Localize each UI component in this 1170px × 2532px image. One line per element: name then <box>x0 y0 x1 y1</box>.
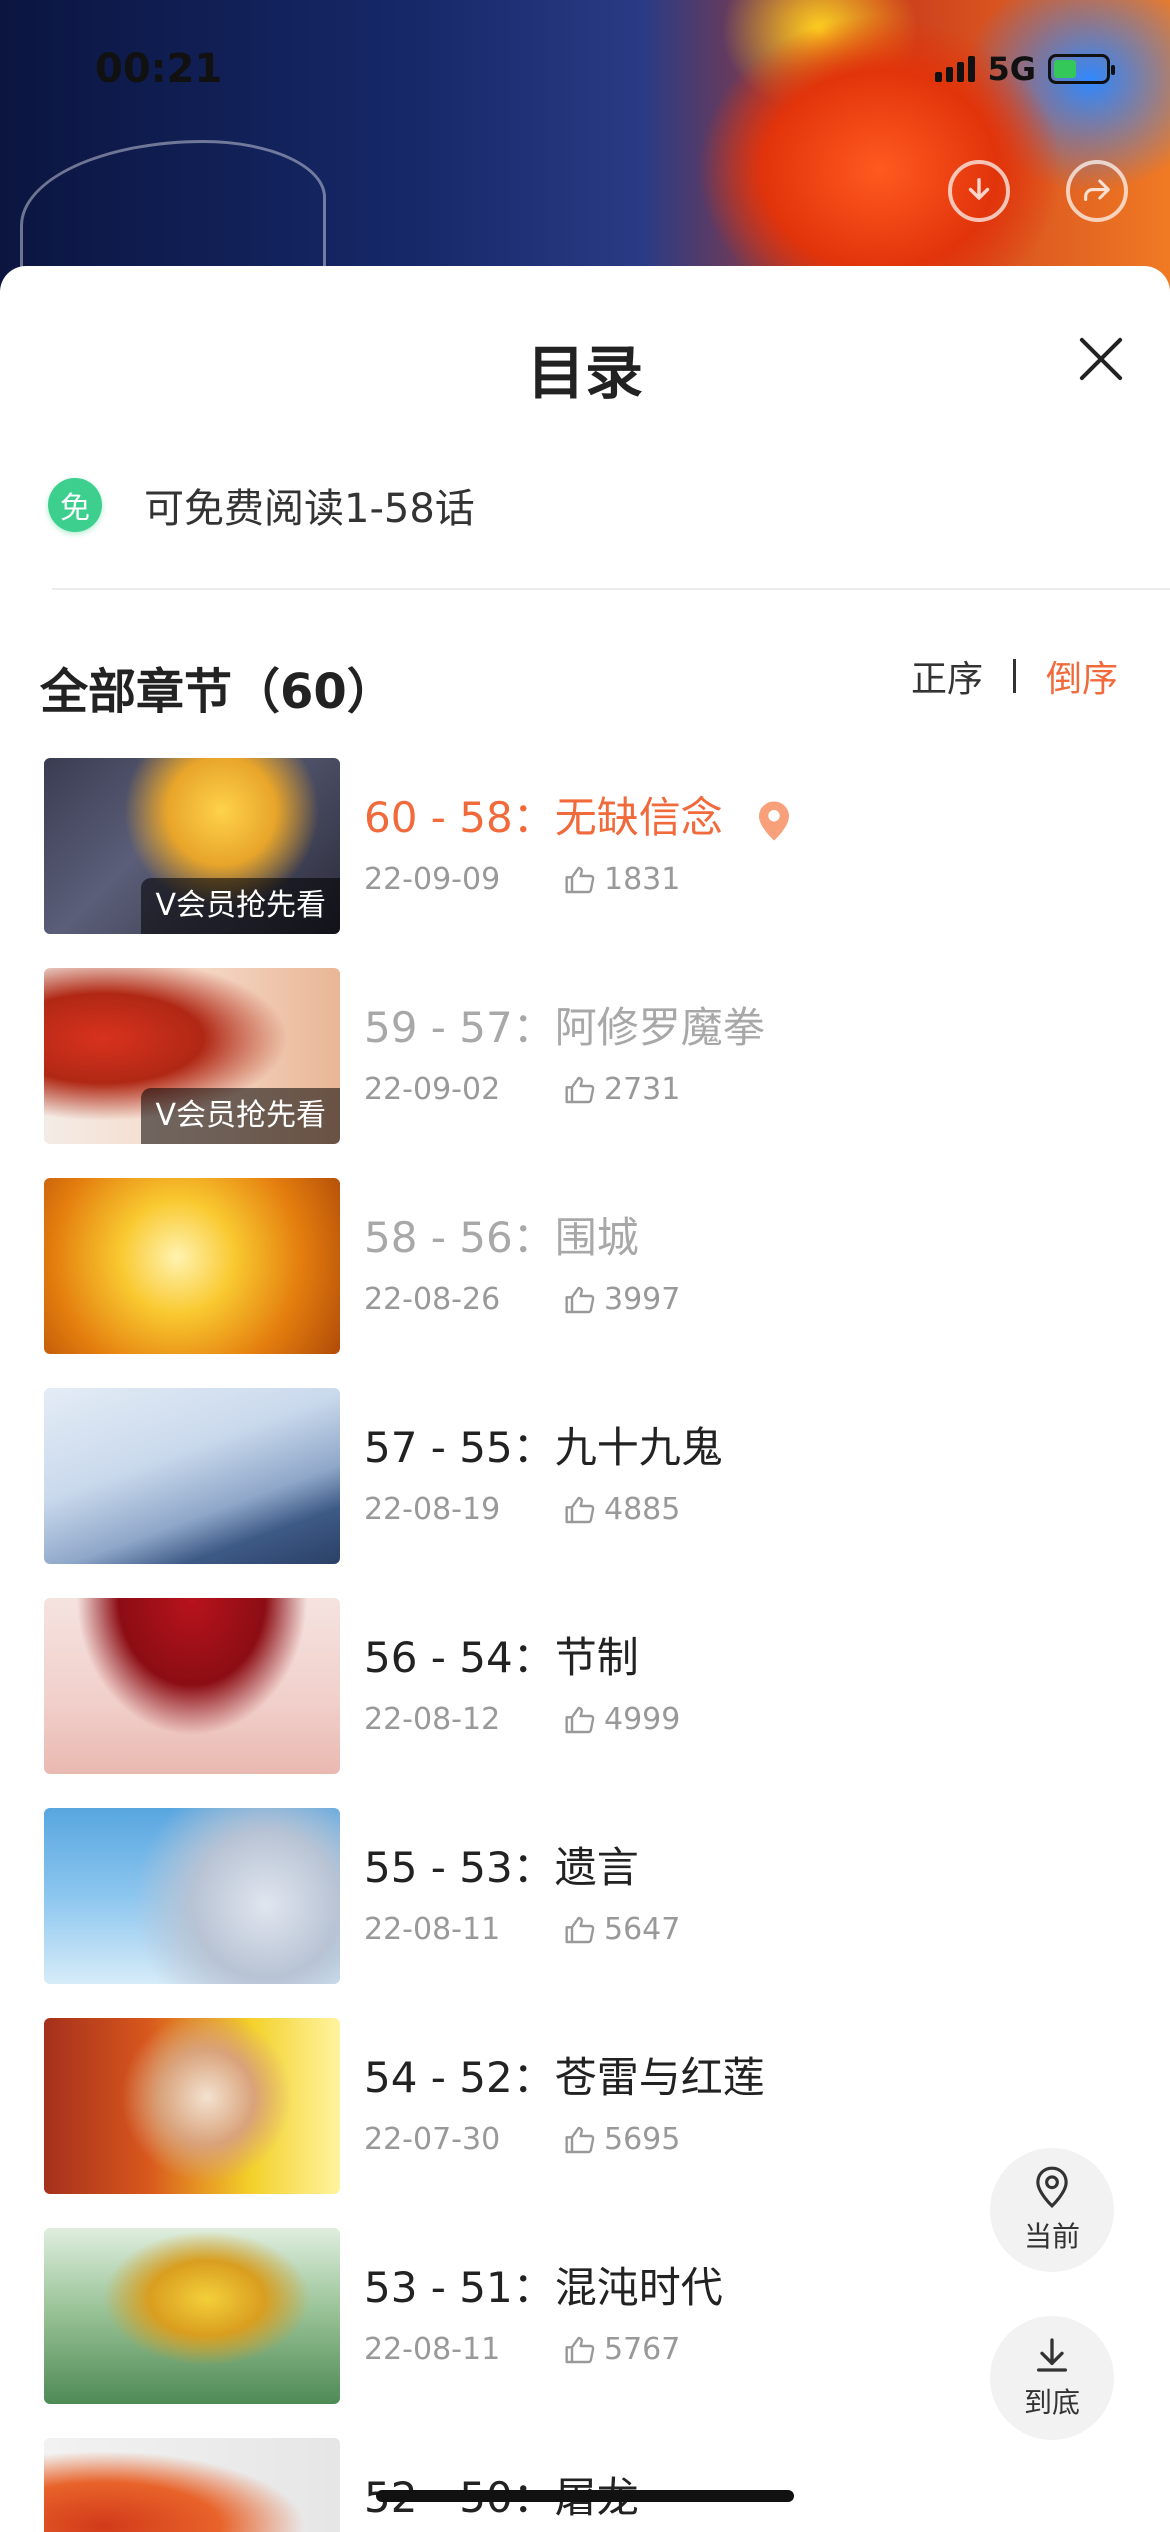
chapter-likes: 1831 <box>604 862 681 897</box>
chapter-likes: 3997 <box>604 1282 681 1317</box>
chapter-meta: 22-09-02 2731 <box>364 1072 680 1107</box>
thumb-up-icon <box>565 2336 595 2363</box>
close-icon[interactable] <box>1076 334 1126 384</box>
chapter-thumbnail <box>44 1388 340 1564</box>
chapter-row[interactable]: 56 - 54：节制 22-08-12 4999 <box>44 1598 1124 1774</box>
thumb-up-icon <box>565 1076 595 1103</box>
vip-early-access-tag: V会员抢先看 <box>141 1088 340 1144</box>
chapter-row[interactable]: V会员抢先看 59 - 57：阿修罗魔拳 22-09-02 2731 <box>44 968 1124 1144</box>
location-pin-icon <box>759 801 790 840</box>
chapter-meta: 22-09-09 1831 <box>364 862 680 897</box>
chapter-row[interactable]: 57 - 55：九十九鬼 22-08-19 4885 <box>44 1388 1124 1564</box>
chapter-row[interactable]: 53 - 51：混沌时代 22-08-11 5767 <box>44 2228 1124 2404</box>
chapter-title: 55 - 53：遗言 <box>364 1843 639 1892</box>
free-read-notice: 免 可免费阅读1-58话 <box>48 476 475 534</box>
chapter-row[interactable]: 55 - 53：遗言 22-08-11 5647 <box>44 1808 1124 1984</box>
chapter-likes: 5767 <box>604 2332 681 2367</box>
chapter-date: 22-08-26 <box>364 1282 501 1317</box>
vip-early-access-tag: V会员抢先看 <box>141 878 340 934</box>
chapter-directory-screen: 00:21 5G 目录 免 可免费阅读1-58话 全部章节（60） 正序 倒序 <box>0 0 1170 2532</box>
chapter-likes: 4885 <box>604 1492 681 1527</box>
status-time: 00:21 <box>95 46 223 92</box>
arrow-to-bottom-icon <box>1037 2338 1067 2372</box>
chapter-thumbnail <box>44 1808 340 1984</box>
chapter-likes: 2731 <box>604 1072 681 1107</box>
chapter-title: 54 - 52：苍雷与红莲 <box>364 2053 765 2102</box>
chapter-meta: 22-08-26 3997 <box>364 1282 680 1317</box>
chapter-row[interactable]: 58 - 56：围城 22-08-26 3997 <box>44 1178 1124 1354</box>
network-label: 5G <box>987 50 1036 88</box>
chapter-likes: 5695 <box>604 2122 681 2157</box>
sort-descending-button[interactable]: 倒序 <box>1046 650 1118 702</box>
sheet-title: 目录 <box>526 339 643 407</box>
free-read-text: 可免费阅读1-58话 <box>144 486 475 532</box>
chapter-meta: 22-08-11 5767 <box>364 2332 680 2367</box>
home-indicator <box>376 2490 794 2502</box>
chapter-title-text: 60 - 58：无缺信念 <box>364 793 723 842</box>
chapter-date: 22-08-19 <box>364 1492 501 1527</box>
dragon-illustration <box>20 140 326 283</box>
download-button[interactable] <box>948 160 1010 222</box>
jump-to-bottom-label: 到底 <box>1023 2386 1080 2419</box>
free-badge: 免 <box>48 478 102 532</box>
all-chapters-heading: 全部章节（60） <box>40 664 395 720</box>
chapter-thumbnail <box>44 2018 340 2194</box>
share-icon <box>1084 179 1110 202</box>
thumb-up-icon <box>565 866 595 893</box>
chapter-date: 22-09-09 <box>364 862 501 897</box>
signal-icon <box>935 56 976 82</box>
chapter-date: 22-09-02 <box>364 1072 501 1107</box>
chapter-thumbnail <box>44 1598 340 1774</box>
chapter-thumbnail: V会员抢先看 <box>44 758 340 934</box>
sort-toggle: 正序 倒序 <box>911 650 1118 702</box>
chapter-date: 22-07-30 <box>364 2122 501 2157</box>
chapter-row[interactable]: 52 - 50：屠龙 <box>44 2438 1124 2532</box>
share-button[interactable] <box>1066 160 1128 222</box>
chapter-title: 57 - 55：九十九鬼 <box>364 1423 723 1472</box>
chapter-title: 56 - 54：节制 <box>364 1633 639 1682</box>
thumb-up-icon <box>565 1706 595 1733</box>
chapter-title: 53 - 51：混沌时代 <box>364 2263 723 2312</box>
chapter-thumbnail <box>44 1178 340 1354</box>
location-pin-icon <box>1036 2166 1068 2209</box>
jump-to-bottom-button[interactable]: 到底 <box>990 2316 1114 2440</box>
status-indicators: 5G <box>935 50 1115 88</box>
chapter-thumbnail <box>44 2228 340 2404</box>
chapter-meta: 22-08-11 5647 <box>364 1912 680 1947</box>
chapter-date: 22-08-12 <box>364 1702 501 1737</box>
download-icon <box>968 177 990 200</box>
thumb-up-icon <box>565 1496 595 1523</box>
battery-icon <box>1048 54 1115 84</box>
chapter-meta: 22-08-12 4999 <box>364 1702 680 1737</box>
divider <box>52 588 1170 590</box>
thumb-up-icon <box>565 2126 595 2153</box>
jump-to-current-label: 当前 <box>1023 2220 1080 2253</box>
chapter-date: 22-08-11 <box>364 1912 501 1947</box>
chapter-row[interactable]: 54 - 52：苍雷与红莲 22-07-30 5695 <box>44 2018 1124 2194</box>
thumb-up-icon <box>565 1286 595 1313</box>
chapter-thumbnail <box>44 2438 340 2532</box>
chapter-meta: 22-07-30 5695 <box>364 2122 680 2157</box>
chapter-meta: 22-08-19 4885 <box>364 1492 680 1527</box>
chapter-thumbnail: V会员抢先看 <box>44 968 340 1144</box>
thumb-up-icon <box>565 1916 595 1943</box>
sort-ascending-button[interactable]: 正序 <box>911 650 983 702</box>
sort-separator <box>1012 659 1016 693</box>
chapter-title: 59 - 57：阿修罗魔拳 <box>364 1003 765 1052</box>
chapter-likes: 4999 <box>604 1702 681 1737</box>
chapter-title: 60 - 58：无缺信念 <box>364 784 792 845</box>
chapter-row[interactable]: V会员抢先看 60 - 58：无缺信念 22-09-09 1831 <box>44 758 1124 934</box>
jump-to-current-button[interactable]: 当前 <box>990 2148 1114 2272</box>
chapter-date: 22-08-11 <box>364 2332 501 2367</box>
chapter-likes: 5647 <box>604 1912 681 1947</box>
chapter-title: 58 - 56：围城 <box>364 1213 639 1262</box>
